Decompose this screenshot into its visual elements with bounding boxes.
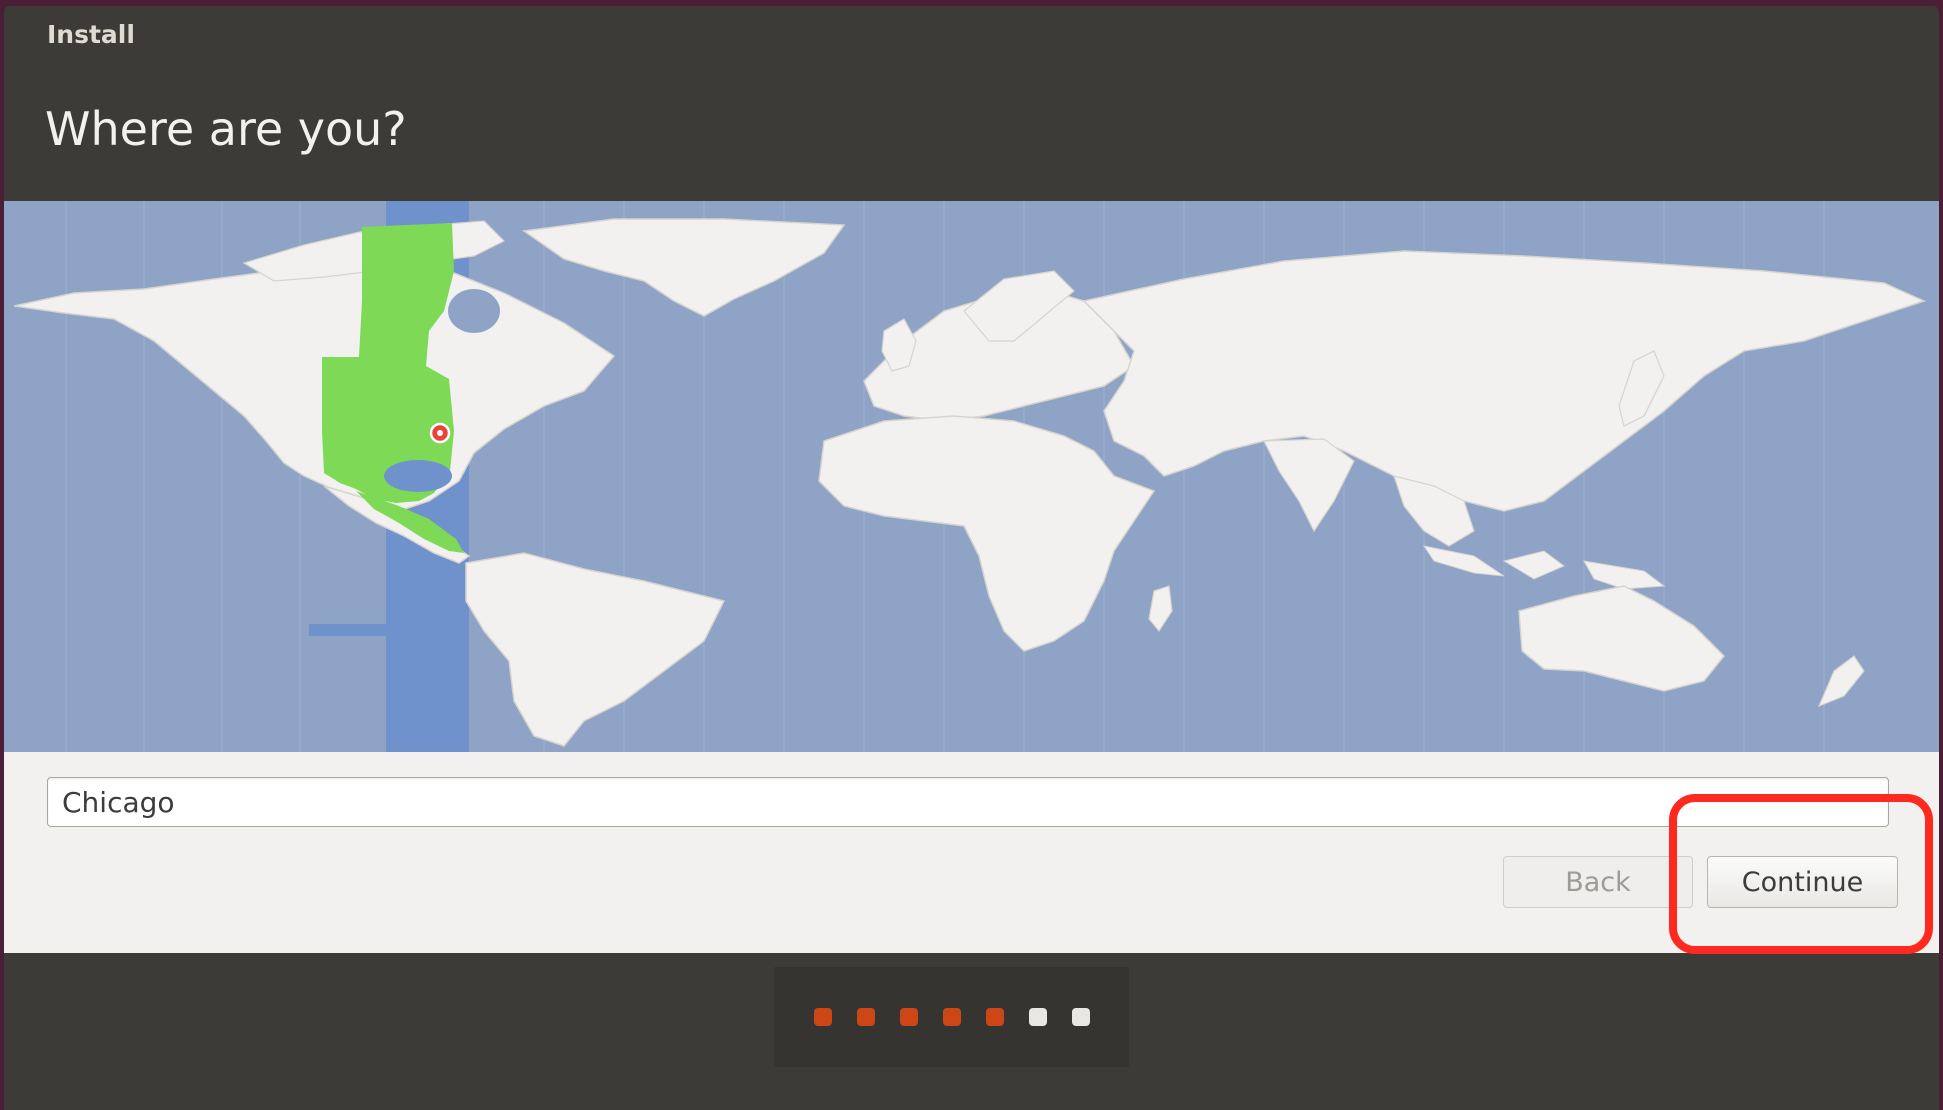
progress-footer [4,953,1939,1110]
installer-window: Install Where are you? Chicago Back Cont… [4,6,1939,1110]
progress-step-1 [813,1008,832,1026]
progress-step-3 [899,1008,918,1026]
continue-button[interactable]: Continue [1707,856,1898,908]
progress-step-5 [985,1008,1004,1026]
back-button[interactable]: Back [1503,856,1693,908]
progress-step-6 [1028,1008,1047,1026]
progress-step-7 [1071,1008,1090,1026]
timezone-location-input[interactable] [47,777,1889,827]
selected-timezone-band-extension [309,624,386,636]
progress-step-4 [942,1008,961,1026]
hudson-bay [448,289,500,333]
gulf-of-mexico [384,460,452,492]
location-pin-icon[interactable] [429,422,451,444]
timezone-map[interactable] [4,201,1939,752]
page-title: Where are you? [45,102,407,156]
location-panel: Back Continue [4,752,1939,953]
window-title: Install [47,19,135,49]
step-progress-indicator [774,967,1129,1067]
progress-step-2 [856,1008,875,1026]
world-map-svg[interactable] [4,201,1939,752]
title-bar: Install [4,6,1939,62]
